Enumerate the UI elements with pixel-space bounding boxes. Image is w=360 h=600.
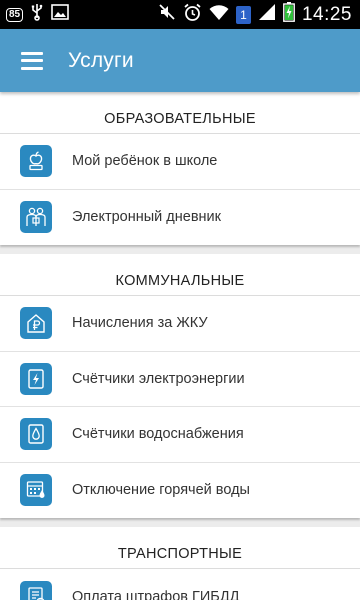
list-item-label: Счётчики водоснабжения [72, 426, 244, 443]
section-header: ОБРАЗОВАТЕЛЬНЫЕ [0, 92, 360, 134]
list-item-my-child-at-school[interactable]: Мой ребёнок в школе [0, 134, 360, 190]
list-item-electricity-meters[interactable]: Счётчики электроэнергии [0, 352, 360, 407]
battery-saver-badge: 85 [6, 7, 24, 22]
alarm-icon [183, 3, 202, 27]
mute-icon [158, 3, 176, 26]
section-utilities: КОММУНАЛЬНЫЕ Начисления за ЖКУ Счётчики … [0, 254, 360, 518]
lightning-meter-icon [20, 362, 52, 395]
list-item-label: Электронный дневник [72, 209, 221, 226]
menu-icon[interactable] [21, 51, 43, 70]
status-bar: 85 1 14:25 [0, 0, 360, 29]
list-item-label: Оплата штрафов ГИБДД [72, 588, 240, 600]
water-drop-meter-icon [20, 418, 52, 451]
document-ruble-icon [20, 580, 52, 600]
apple-book-icon [20, 145, 52, 178]
image-icon [51, 4, 69, 25]
house-ruble-icon [20, 307, 52, 340]
calendar-drop-icon [20, 474, 52, 507]
notification-badge: 1 [235, 5, 251, 24]
section-header: ТРАНСПОРТНЫЕ [0, 527, 360, 569]
page-title: Услуги [68, 48, 134, 72]
list-item-water-meters[interactable]: Счётчики водоснабжения [0, 407, 360, 463]
battery-charging-icon [283, 2, 295, 27]
list-item-electronic-diary[interactable]: Электронный дневник [0, 190, 360, 246]
wifi-icon [209, 4, 229, 26]
list-item-label: Счётчики электроэнергии [72, 370, 245, 387]
list-item-label: Начисления за ЖКУ [72, 315, 208, 332]
usb-icon [31, 3, 43, 26]
section-transport: ТРАНСПОРТНЫЕ Оплата штрафов ГИБДД [0, 527, 360, 600]
list-item-hot-water-outage[interactable]: Отключение горячей воды [0, 463, 360, 519]
list-item-traffic-fines[interactable]: Оплата штрафов ГИБДД [0, 569, 360, 600]
signal-icon [258, 3, 276, 26]
children-icon [20, 201, 52, 234]
section-header: КОММУНАЛЬНЫЕ [0, 254, 360, 296]
section-education: ОБРАЗОВАТЕЛЬНЫЕ Мой ребёнок в школе Элек… [0, 92, 360, 245]
list-item-label: Отключение горячей воды [72, 482, 250, 499]
list-item-housing-charges[interactable]: Начисления за ЖКУ [0, 296, 360, 352]
list-item-label: Мой ребёнок в школе [72, 153, 218, 170]
services-list: ОБРАЗОВАТЕЛЬНЫЕ Мой ребёнок в школе Элек… [0, 92, 360, 600]
app-bar: Услуги [0, 29, 360, 92]
clock: 14:25 [301, 3, 352, 25]
